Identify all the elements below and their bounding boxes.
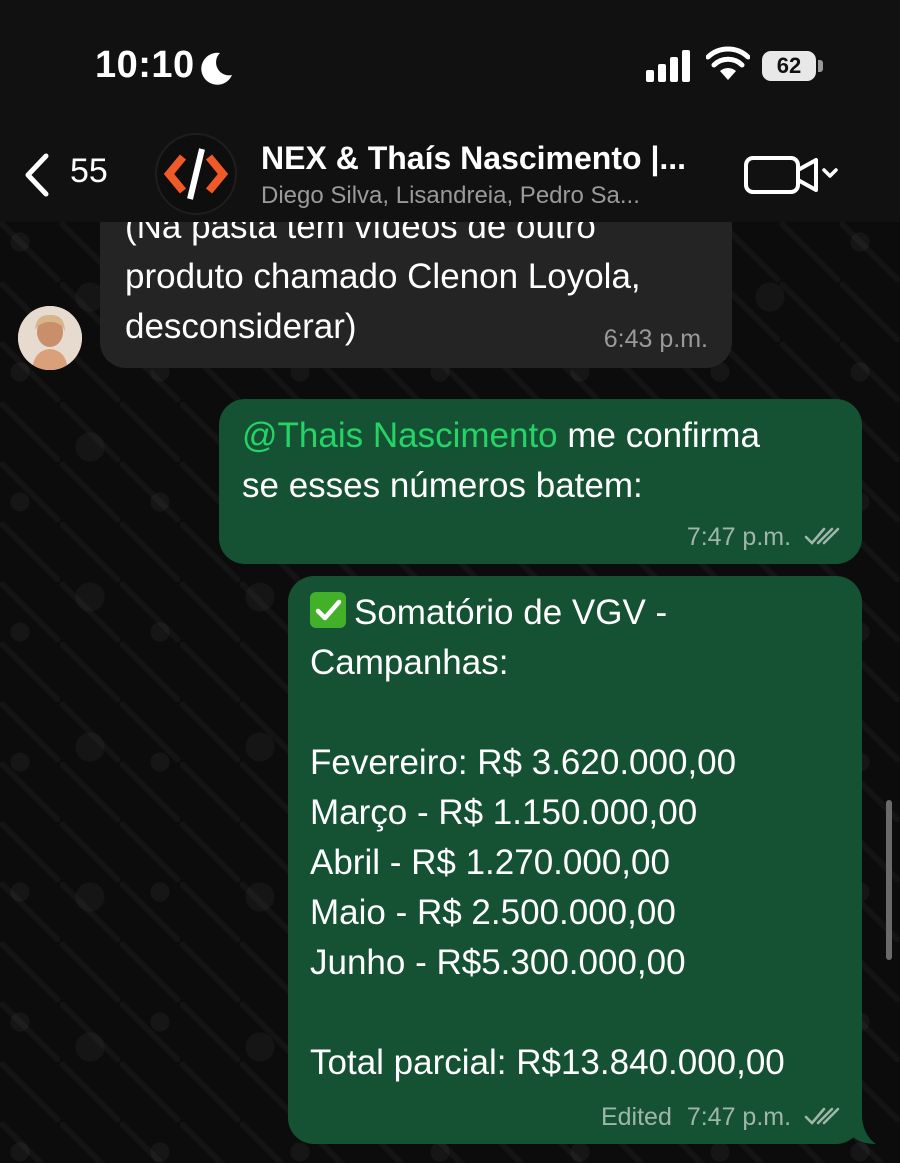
- message-title: Somatório de VGV -: [354, 593, 668, 632]
- message-line: desconsiderar): [125, 307, 357, 346]
- back-chevron-icon[interactable]: [18, 150, 54, 200]
- group-name[interactable]: NEX & Thaís Nascimento |...: [261, 140, 701, 177]
- vgv-row: Junho - R$5.300.000,00: [310, 943, 686, 982]
- message-line: produto chamado Clenon Loyola,: [125, 257, 641, 296]
- mention-link[interactable]: @Thais Nascimento: [242, 416, 558, 455]
- wifi-icon: [706, 46, 750, 80]
- message-time: 7:47 p.m.: [686, 523, 792, 551]
- vgv-row: Março - R$ 1.150.000,00: [310, 793, 698, 832]
- chat-header: 55 NEX & Thaís Nascimento |... Diego Sil…: [0, 130, 900, 222]
- message-text: me confirma: [557, 416, 760, 455]
- vgv-row: Fevereiro: R$ 3.620.000,00: [310, 743, 737, 782]
- message-text: se esses números batem:: [242, 466, 643, 505]
- message-time: 6:43 p.m.: [603, 325, 708, 353]
- group-members[interactable]: Diego Silva, Lisandreia, Pedro Sa...: [261, 182, 711, 210]
- message-meta: 7:47 p.m.: [687, 523, 840, 552]
- message-title: Campanhas:: [310, 643, 509, 682]
- battery-level: 62: [776, 53, 802, 78]
- outgoing-message[interactable]: Somatório de VGV - Campanhas: Fevereiro:…: [288, 576, 862, 1144]
- double-check-icon: [804, 527, 840, 545]
- message-time: 7:47 p.m.: [686, 1103, 792, 1131]
- check-mark-emoji-icon: [310, 592, 346, 628]
- vgv-row: Maio - R$ 2.500.000,00: [310, 893, 676, 932]
- outgoing-message[interactable]: @Thais Nascimento me confirma se esses n…: [219, 399, 862, 564]
- edited-label: Edited: [600, 1103, 672, 1131]
- bubble-tail: [852, 1118, 876, 1144]
- double-check-icon: [804, 1107, 840, 1125]
- vgv-row: Abril - R$ 1.270.000,00: [310, 843, 670, 882]
- video-call-icon[interactable]: [744, 152, 840, 198]
- vgv-total: Total parcial: R$13.840.000,00: [310, 1043, 785, 1082]
- clock-time: 10:10: [95, 44, 195, 86]
- group-avatar[interactable]: [155, 133, 237, 215]
- sender-avatar[interactable]: [18, 306, 82, 370]
- battery-tip: [818, 60, 823, 72]
- unread-count[interactable]: 55: [70, 152, 108, 191]
- moon-icon: [201, 52, 232, 85]
- code-logo-icon: [163, 148, 229, 200]
- scrollbar[interactable]: [886, 800, 892, 960]
- cellular-signal-icon: [646, 50, 690, 82]
- status-bar: 10:10 62: [0, 0, 900, 130]
- message-meta: Edited 7:47 p.m.: [601, 1103, 840, 1132]
- person-photo-icon: [18, 306, 82, 370]
